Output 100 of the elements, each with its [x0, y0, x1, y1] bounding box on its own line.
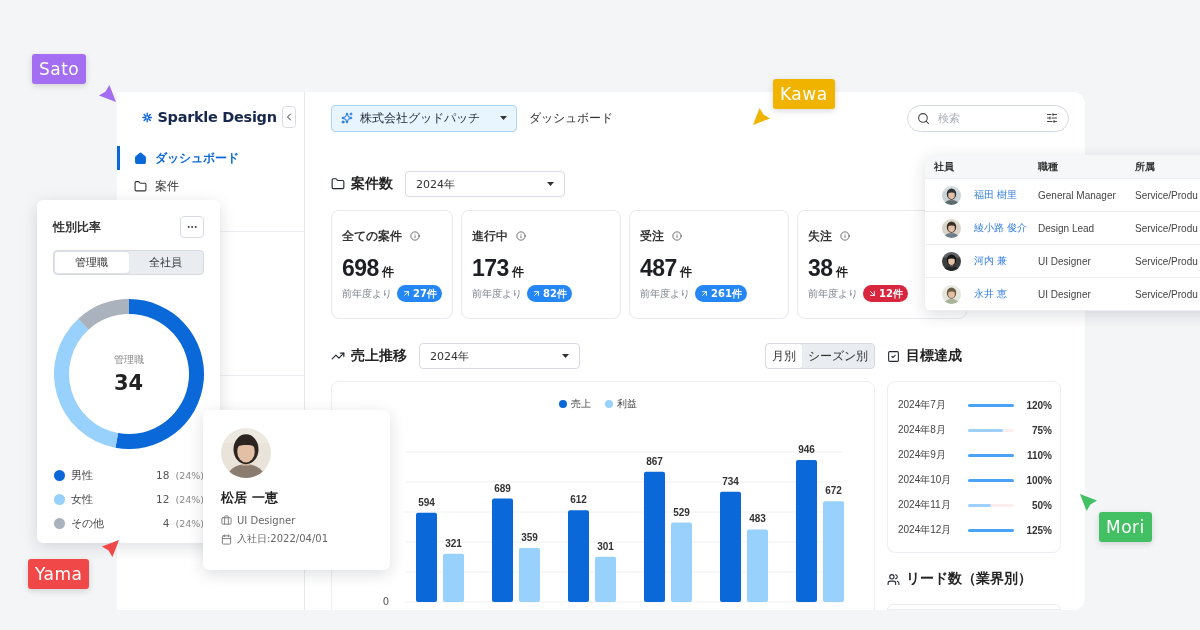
legend-share: (24%)	[175, 469, 204, 481]
stat-unit: 件	[679, 264, 692, 281]
info-icon	[410, 231, 420, 241]
column-header: 社員	[934, 159, 954, 174]
axis-baseline-label: 0	[382, 596, 389, 607]
search-icon	[917, 111, 930, 125]
goal-rate: 110%	[1026, 449, 1052, 461]
legend-share: (24%)	[175, 517, 204, 529]
stat-value: 38	[808, 255, 833, 282]
legend-label: その他	[71, 515, 104, 531]
legend-count: 4	[162, 517, 170, 529]
breadcrumb: ダッシュボード	[529, 109, 613, 127]
year-select[interactable]: 2024年	[419, 343, 580, 369]
stat-title: 全ての案件	[342, 228, 402, 244]
view-toggle[interactable]: シーズン別	[802, 344, 874, 368]
bar-value-label: 689	[494, 482, 511, 494]
trend-badge: 12件	[863, 285, 908, 302]
stat-unit: 件	[511, 264, 524, 281]
arrow-up-right-icon	[532, 289, 541, 298]
folder-icon	[331, 177, 345, 191]
caret-icon	[547, 182, 554, 186]
sparkle-icon	[341, 112, 353, 124]
goal-month: 2024年11月	[898, 498, 952, 512]
stat-value: 487	[640, 255, 677, 282]
table-cell: Service/Produ	[1135, 222, 1198, 234]
bar-value-label: 483	[749, 513, 766, 525]
table-cell: Service/Produ	[1135, 288, 1198, 300]
arrow-up-right-icon	[700, 289, 709, 298]
legend-share: (24%)	[175, 493, 204, 505]
table-cell: UI Designer	[1038, 255, 1091, 267]
profile-name: 松居 一恵	[221, 489, 279, 507]
logo-text: Sparkle Design	[157, 109, 277, 125]
bar-value-label: 612	[570, 494, 587, 506]
checkbox-icon	[887, 349, 900, 363]
caret-icon	[562, 354, 569, 358]
compare-label: 前年度より	[640, 286, 690, 301]
trend-badge: 82件	[527, 285, 572, 302]
profile-join-date: 入社日:2022/04/01	[237, 532, 328, 546]
people-icon	[887, 572, 900, 586]
section-title: 売上推移	[351, 347, 407, 365]
info-icon	[516, 231, 526, 241]
view-toggle[interactable]: 月別	[766, 344, 802, 368]
bar-value-label: 672	[825, 485, 842, 497]
employee-name-link[interactable]: 河内 兼	[974, 254, 1008, 268]
home-icon	[134, 151, 147, 165]
segment-tab[interactable]: 管理職	[55, 252, 129, 273]
goal-rate: 100%	[1026, 474, 1052, 486]
bar-value-label: 529	[673, 506, 690, 518]
bar-value-label: 594	[418, 496, 435, 508]
compare-label: 前年度より	[472, 286, 522, 301]
compare-label: 前年度より	[342, 286, 392, 301]
sidebar-item[interactable]: 案件	[117, 174, 304, 198]
company-selector[interactable]: 株式会社グッドパッチ	[331, 104, 517, 132]
year-select[interactable]: 2024年	[405, 171, 565, 197]
section-title: リード数（業界別）	[906, 570, 1032, 588]
stat-unit: 件	[381, 264, 394, 281]
compare-label: 前年度より	[808, 286, 858, 301]
stat-value: 698	[342, 255, 379, 282]
stat-title: 受注	[640, 228, 664, 244]
column-header: 職種	[1038, 159, 1058, 174]
bar-value-label: 321	[445, 537, 462, 549]
legend-label: 女性	[71, 491, 93, 507]
filter-icon	[1046, 111, 1058, 124]
bar	[519, 548, 540, 602]
bar-value-label: 359	[521, 532, 538, 544]
collapse-button[interactable]	[281, 106, 296, 128]
legend-dot	[558, 400, 567, 408]
caret-icon	[500, 116, 507, 120]
goal-rate: 120%	[1026, 399, 1052, 411]
employee-name-link[interactable]: 綾小路 俊介	[974, 221, 1028, 235]
sidebar-item[interactable]: ダッシュボード	[117, 146, 304, 170]
stat-value: 173	[472, 255, 509, 282]
search-field[interactable]: 検索	[907, 104, 1069, 132]
section-title: 案件数	[351, 175, 393, 193]
table-cell: Service/Produ	[1135, 255, 1198, 267]
info-icon	[672, 231, 682, 241]
goal-rate: 125%	[1026, 524, 1052, 536]
employee-name-link[interactable]: 永井 恵	[974, 287, 1008, 301]
table-cell: General Manager	[1038, 189, 1116, 201]
bar	[595, 556, 616, 602]
legend-dot	[604, 400, 613, 408]
briefcase-icon	[221, 515, 232, 526]
stat-title: 失注	[808, 228, 832, 244]
legend-item: 利益	[604, 397, 637, 411]
folder-icon	[134, 179, 147, 193]
legend-label: 男性	[71, 467, 93, 483]
goal-rate: 75%	[1032, 424, 1052, 436]
legend-count: 12	[156, 493, 170, 505]
donut-total: 34	[113, 371, 144, 395]
goal-month: 2024年7月	[898, 398, 947, 412]
cursor-name-tag: Mori	[1099, 512, 1152, 542]
card-title: 性別比率	[53, 219, 101, 235]
bar-value-label: 301	[597, 540, 614, 552]
goal-month: 2024年12月	[898, 523, 953, 537]
employee-name-link[interactable]: 福田 樹里	[974, 188, 1018, 202]
legend-item: 売上	[558, 397, 591, 411]
more-button[interactable]	[180, 216, 204, 238]
bar-value-label: 734	[722, 475, 739, 487]
cursor-name-tag: Yama	[28, 559, 90, 589]
arrow-up-right-icon	[402, 289, 411, 298]
